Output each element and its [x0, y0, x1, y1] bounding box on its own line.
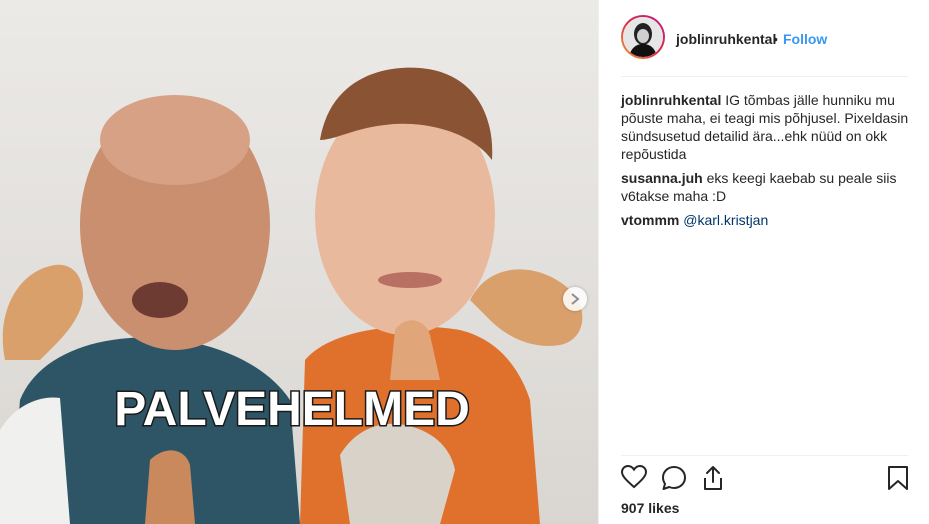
- chevron-right-icon: [571, 293, 580, 305]
- separator-dot: •: [773, 31, 778, 47]
- post-side-panel: joblinruhkental • Follow joblinruhkental…: [599, 0, 929, 524]
- instagram-post: PALVEHELMED joblinruhkental • Follow job…: [0, 0, 929, 524]
- likes-count[interactable]: 907 likes: [621, 500, 679, 516]
- next-image-button[interactable]: [563, 287, 587, 311]
- post-photo-illustration: PALVEHELMED: [0, 0, 598, 524]
- heart-icon[interactable]: [620, 464, 648, 494]
- action-bar: [620, 464, 911, 494]
- follow-button[interactable]: Follow: [783, 31, 827, 47]
- comment-mention-link[interactable]: @karl.kristjan: [683, 212, 768, 228]
- actions-divider: [621, 455, 908, 456]
- share-icon[interactable]: [701, 465, 725, 496]
- comments-list: joblinruhkental IG tõmbas jälle hunniku …: [621, 91, 911, 235]
- bookmark-icon[interactable]: [887, 465, 909, 496]
- comment-username[interactable]: joblinruhkental: [621, 92, 721, 108]
- avatar[interactable]: [621, 15, 665, 59]
- comment-item: joblinruhkental IG tõmbas jälle hunniku …: [621, 91, 911, 163]
- comment-icon[interactable]: [661, 465, 687, 496]
- header-divider: [621, 76, 908, 77]
- image-overlay-text: PALVEHELMED: [114, 383, 470, 436]
- comment-item: susanna.juh eks keegi kaebab su peale si…: [621, 169, 911, 205]
- username-link[interactable]: joblinruhkental: [676, 31, 776, 47]
- post-header: joblinruhkental • Follow: [599, 0, 929, 76]
- comment-username[interactable]: susanna.juh: [621, 170, 703, 186]
- avatar-portrait-icon: [623, 17, 663, 57]
- comment-username[interactable]: vtommm: [621, 212, 679, 228]
- post-image[interactable]: PALVEHELMED: [0, 0, 598, 524]
- avatar-image: [623, 17, 663, 57]
- comment-item: vtommm @karl.kristjan: [621, 211, 911, 229]
